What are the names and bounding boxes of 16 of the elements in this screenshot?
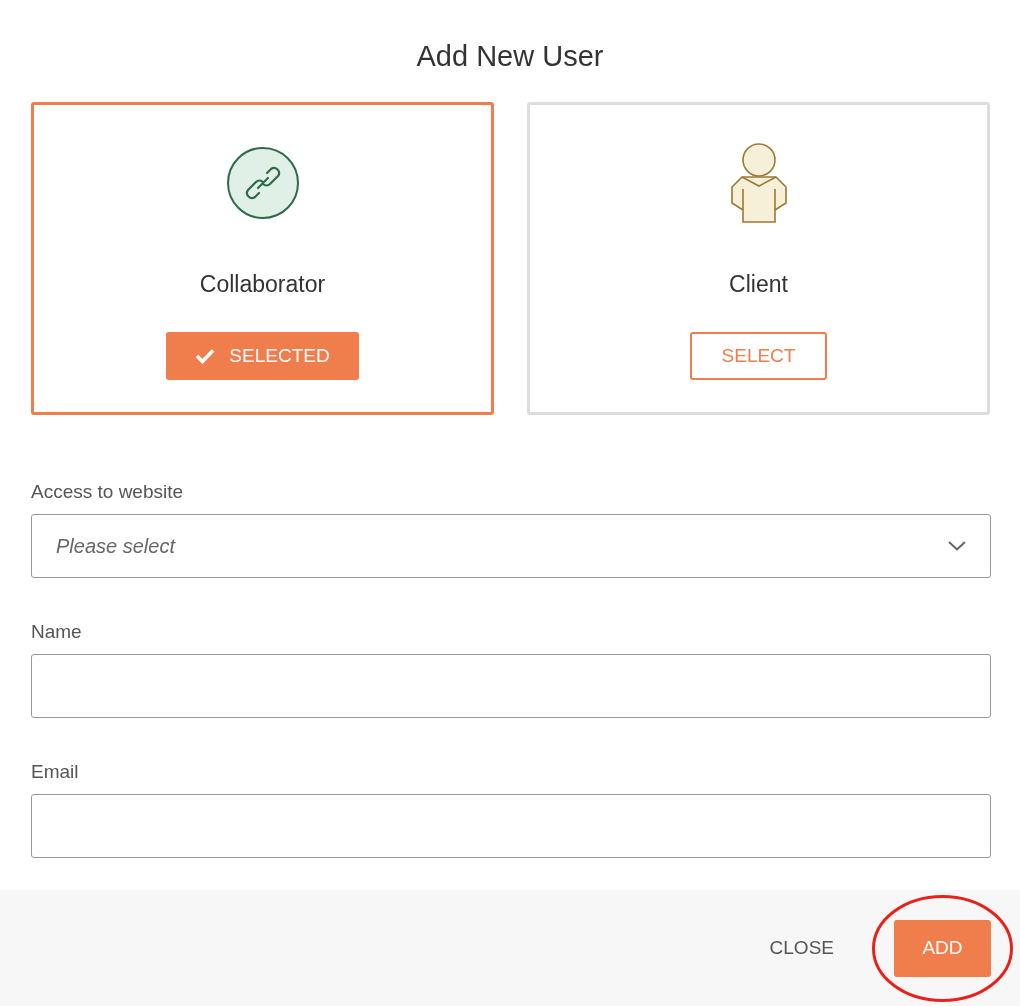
select-field[interactable]: Please select [31, 514, 991, 578]
user-type-label: Client [729, 271, 788, 298]
dialog-title: Add New User [416, 39, 604, 73]
user-type-card[interactable]: Collaborator SELECTED [31, 102, 494, 415]
user-type-card[interactable]: Client SELECT [527, 102, 990, 415]
chevron-down-icon [948, 541, 966, 551]
field-label: Email [31, 761, 80, 783]
check-icon [195, 348, 216, 364]
input-field[interactable] [31, 654, 991, 718]
input-field[interactable] [31, 794, 991, 858]
close-button[interactable]: CLOSE [763, 919, 840, 977]
link-icon [225, 146, 300, 220]
field-label: Name [31, 621, 83, 643]
placeholder-text: Please select [56, 534, 175, 558]
user-type-label: Collaborator [199, 271, 326, 298]
field-label: Access to website [31, 481, 185, 503]
